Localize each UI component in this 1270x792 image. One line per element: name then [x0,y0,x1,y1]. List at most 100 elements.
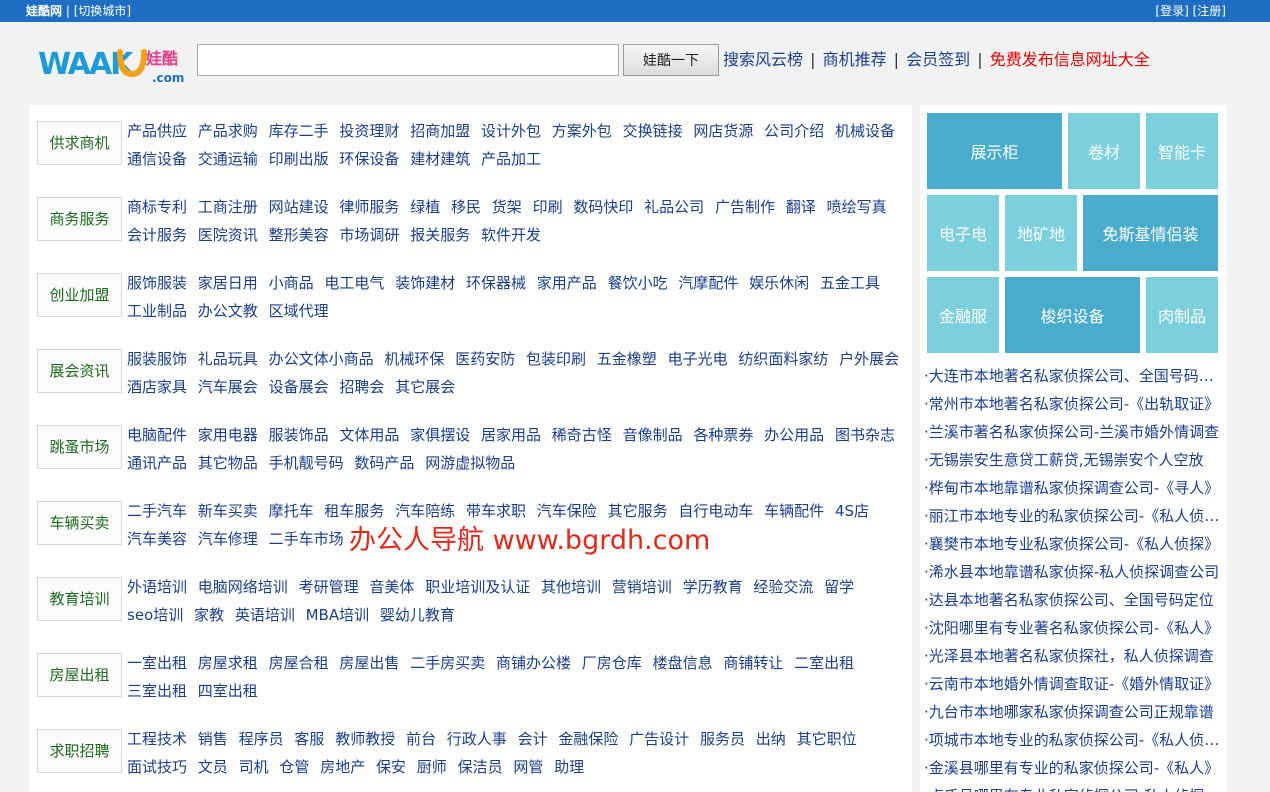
business-recommend-link[interactable]: 商机推荐 [823,50,887,69]
category-link[interactable]: 工程技术 [127,730,187,748]
category-link[interactable]: 四室出租 [198,682,258,700]
side-news-item[interactable]: ·项城市本地专业的私家侦探公司-《私人侦探》 [924,726,1224,754]
category-link[interactable]: 区域代理 [269,302,329,320]
category-link[interactable]: 装饰建材 [395,274,455,292]
category-link[interactable]: 手机靓号码 [269,454,344,472]
category-link[interactable]: 设备展会 [269,378,329,396]
side-news-item[interactable]: ·兰溪市著名私家侦探公司-兰溪市婚外情调查 [924,418,1224,446]
category-link[interactable]: 绿植 [410,198,440,216]
side-news-item[interactable]: ·无锡崇安生意贷工薪贷,无锡崇安个人空放 [924,446,1224,474]
category-link[interactable]: 房屋求租 [198,654,258,672]
category-link[interactable]: 招商加盟 [410,122,470,140]
category-link[interactable]: 留学 [824,578,854,596]
category-link[interactable]: 环保设备 [339,150,399,168]
category-link[interactable]: 房地产 [320,758,365,776]
side-news-item[interactable]: ·金溪县哪里有专业的私家侦探公司-《私人》 [924,754,1224,782]
category-link[interactable]: 文体用品 [339,426,399,444]
category-link[interactable]: 汽摩配件 [678,274,738,292]
member-signin-link[interactable]: 会员签到 [906,50,970,69]
category-link[interactable]: 行政人事 [447,730,507,748]
category-link[interactable]: 二手房买卖 [410,654,485,672]
category-link[interactable]: 二手汽车 [127,502,187,520]
category-link[interactable]: 二手车市场 [269,530,344,548]
category-link[interactable]: 其他培训 [541,578,601,596]
category-link[interactable]: 家教 [194,606,224,624]
category-link[interactable]: 广告制作 [715,198,775,216]
category-link[interactable]: 图书杂志 [835,426,895,444]
category-label[interactable]: 车辆买卖 [37,501,122,545]
side-news-item[interactable]: ·沈阳哪里有专业著名私家侦探公司-《私人》 [924,614,1224,642]
category-link[interactable]: 房屋出售 [339,654,399,672]
category-link[interactable]: 交换链接 [623,122,683,140]
category-link[interactable]: 五金橡塑 [597,350,657,368]
category-link[interactable]: 酒店家具 [127,378,187,396]
tile-item[interactable]: 金融服 [927,277,999,353]
side-news-item[interactable]: ·九台市本地哪家私家侦探调查公司正规靠谱 [924,698,1224,726]
tile-item[interactable]: 卷材 [1068,113,1140,189]
category-link[interactable]: 工业制品 [127,302,187,320]
tile-item[interactable]: 免斯基情侣装 [1083,195,1218,271]
category-link[interactable]: 助理 [554,758,584,776]
category-link[interactable]: 公司介绍 [764,122,824,140]
category-link[interactable]: 医院资讯 [198,226,258,244]
category-link[interactable]: 网游虚拟物品 [425,454,515,472]
tile-item[interactable]: 肉制品 [1146,277,1218,353]
category-link[interactable]: 文员 [198,758,228,776]
category-link[interactable]: 商铺办公楼 [496,654,571,672]
category-link[interactable]: 程序员 [239,730,284,748]
tile-item[interactable]: 展示柜 [927,113,1062,189]
category-link[interactable]: 礼品公司 [644,198,704,216]
category-link[interactable]: 货架 [492,198,522,216]
category-link[interactable]: 招聘会 [339,378,384,396]
tile-item[interactable]: 电子电 [927,195,999,271]
switch-city-link[interactable]: [切换城市] [74,4,131,18]
category-link[interactable]: 厨师 [417,758,447,776]
category-link[interactable]: 交通运输 [198,150,258,168]
category-link[interactable]: 职业培训及认证 [425,578,530,596]
category-link[interactable]: 报关服务 [410,226,470,244]
category-link[interactable]: 二室出租 [794,654,854,672]
category-link[interactable]: 翻译 [786,198,816,216]
category-label[interactable]: 求职招聘 [37,729,122,773]
category-link[interactable]: 礼品玩具 [198,350,258,368]
category-link[interactable]: MBA培训 [306,606,370,624]
side-news-item[interactable]: ·桦甸市本地靠谱私家侦探调查公司-《寻人》 [924,474,1224,502]
category-link[interactable]: 产品求购 [198,122,258,140]
category-label[interactable]: 房屋出租 [37,653,122,697]
category-link[interactable]: 音像制品 [623,426,683,444]
login-link[interactable]: [登录] [1155,4,1188,18]
category-link[interactable]: 出纳 [756,730,786,748]
category-link[interactable]: 考研管理 [299,578,359,596]
category-link[interactable]: 环保器械 [466,274,526,292]
category-link[interactable]: 会计服务 [127,226,187,244]
category-link[interactable]: 电子光电 [668,350,728,368]
category-link[interactable]: 车辆配件 [764,502,824,520]
category-link[interactable]: 家用产品 [537,274,597,292]
tile-item[interactable]: 地矿地 [1005,195,1077,271]
category-link[interactable]: 机械环保 [384,350,444,368]
category-link[interactable]: 其它物品 [198,454,258,472]
category-link[interactable]: 服务员 [700,730,745,748]
category-link[interactable]: 办公用品 [764,426,824,444]
category-label[interactable]: 教育培训 [37,577,122,621]
category-link[interactable]: 商铺转让 [723,654,783,672]
category-link[interactable]: 金融保险 [558,730,618,748]
category-link[interactable]: 家俱摆设 [410,426,470,444]
category-link[interactable]: 数码快印 [573,198,633,216]
search-input[interactable] [197,44,619,76]
category-link[interactable]: 五金工具 [820,274,880,292]
category-link[interactable]: 教师教授 [335,730,395,748]
category-link[interactable]: 前台 [406,730,436,748]
category-link[interactable]: 销售 [198,730,228,748]
category-link[interactable]: 营销培训 [612,578,672,596]
category-link[interactable]: 广告设计 [629,730,689,748]
category-link[interactable]: 司机 [239,758,269,776]
category-label[interactable]: 创业加盟 [37,273,122,317]
category-link[interactable]: 通信设备 [127,150,187,168]
category-link[interactable]: 保洁员 [458,758,503,776]
category-label[interactable]: 商务服务 [37,197,122,241]
category-link[interactable]: 厂房仓库 [582,654,642,672]
category-link[interactable]: 户外展会 [839,350,899,368]
category-link[interactable]: 摩托车 [269,502,314,520]
category-link[interactable]: 办公文教 [198,302,258,320]
